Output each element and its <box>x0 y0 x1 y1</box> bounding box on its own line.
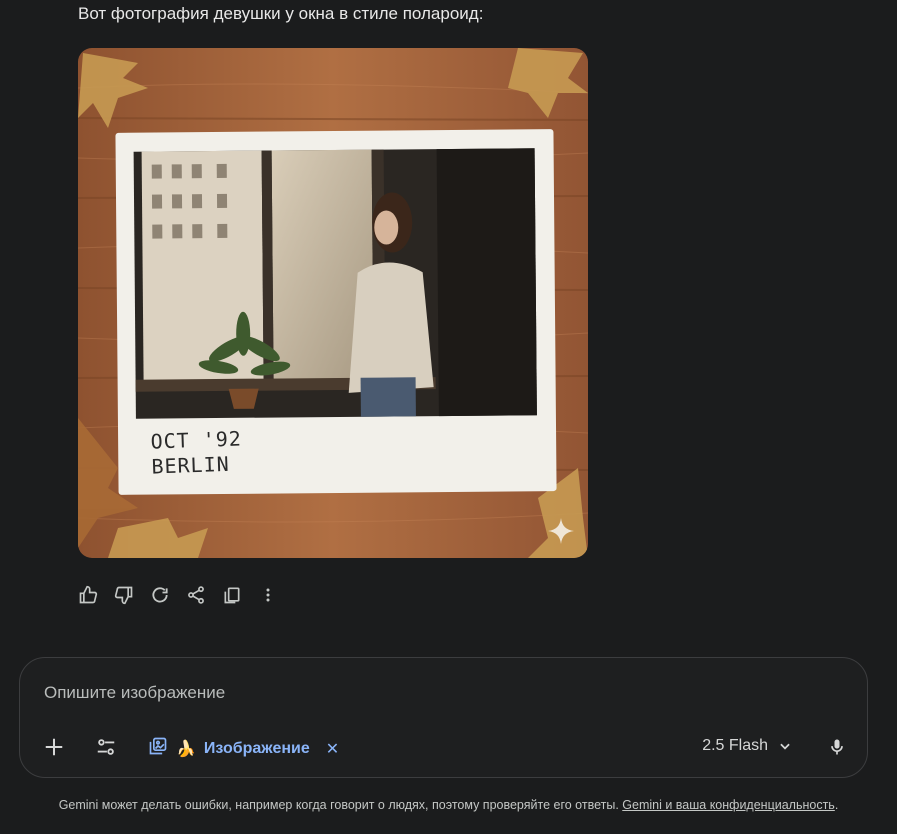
image-tool-chip[interactable]: 🍌 Изображение ✕ <box>148 736 339 761</box>
prompt-input[interactable] <box>42 680 646 706</box>
microphone-icon[interactable] <box>823 733 851 761</box>
prompt-composer: 🍌 Изображение ✕ 2.5 Flash <box>19 657 868 778</box>
image-gallery-icon <box>148 736 168 761</box>
model-label: 2.5 Flash <box>702 737 768 754</box>
model-selector[interactable]: 2.5 Flash <box>702 737 792 755</box>
gemini-sparkle-icon <box>548 518 574 544</box>
response-actions <box>76 583 280 607</box>
regenerate-icon[interactable] <box>148 583 172 607</box>
share-icon[interactable] <box>184 583 208 607</box>
thumbs-up-icon[interactable] <box>76 583 100 607</box>
chip-label: Изображение <box>203 739 310 757</box>
disclaimer: Gemini может делать ошибки, например ког… <box>0 798 897 812</box>
tools-icon[interactable] <box>92 733 120 761</box>
banana-icon: 🍌 <box>176 740 196 758</box>
message-text: Вот фотография девушки у окна в стиле по… <box>78 4 484 23</box>
thumbs-down-icon[interactable] <box>112 583 136 607</box>
polaroid-caption: OCT '92 BERLIN <box>150 426 243 479</box>
more-icon[interactable] <box>256 583 280 607</box>
image-art <box>78 48 588 558</box>
privacy-link[interactable]: Gemini и ваша конфиденциальность <box>622 798 835 812</box>
chevron-down-icon <box>780 743 790 750</box>
caption-line-2: BERLIN <box>151 451 231 479</box>
caption-line-1: OCT '92 <box>150 426 243 454</box>
chip-close-icon[interactable]: ✕ <box>326 739 339 759</box>
disclaimer-text: Gemini может делать ошибки, например ког… <box>58 798 623 812</box>
add-icon[interactable] <box>40 733 68 761</box>
generated-image[interactable]: OCT '92 BERLIN <box>78 48 588 558</box>
disclaimer-end: . <box>834 798 839 812</box>
copy-icon[interactable] <box>220 583 244 607</box>
